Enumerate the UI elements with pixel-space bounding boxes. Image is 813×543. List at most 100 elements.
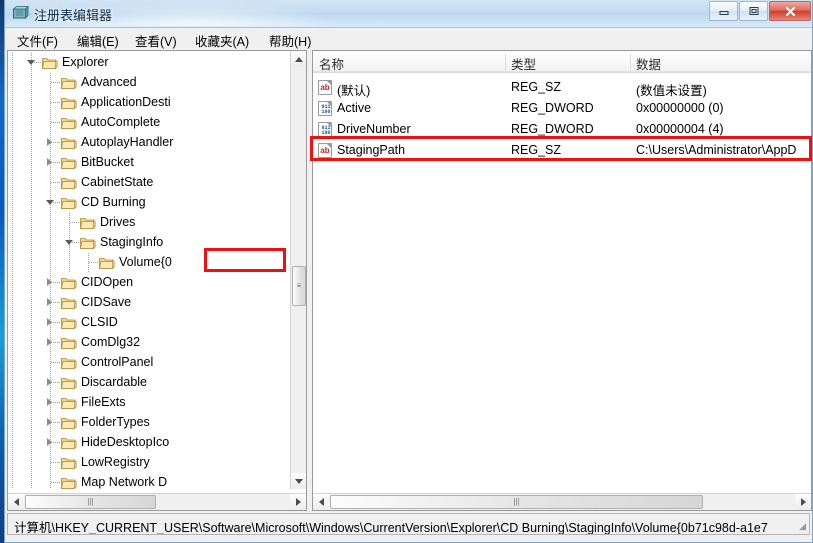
expander-expand-icon[interactable] <box>45 377 56 388</box>
expander-expand-icon[interactable] <box>45 137 56 148</box>
tree-item-foldertypes[interactable]: FolderTypes <box>8 413 290 433</box>
tree-vertical-scrollbar[interactable]: ≡ <box>290 51 306 489</box>
tree-guide-line <box>31 473 32 489</box>
tree-hscrollbar-thumb[interactable]: ||| <box>25 495 156 509</box>
expander-expand-icon[interactable] <box>45 277 56 288</box>
menu-file[interactable]: 文件(F) <box>15 31 60 49</box>
expander-expand-icon[interactable] <box>45 157 56 168</box>
tree-item-cidsave[interactable]: CIDSave <box>8 293 290 313</box>
folder-icon <box>61 336 77 350</box>
close-button[interactable] <box>769 1 811 21</box>
folder-icon <box>61 416 77 430</box>
triangle-icon <box>47 438 52 446</box>
menu-edit[interactable]: 编辑(E) <box>75 31 121 49</box>
tree-scroll-down-button[interactable] <box>291 473 306 489</box>
expander-expand-icon[interactable] <box>45 417 56 428</box>
tree-item-discardable[interactable]: Discardable <box>8 373 290 393</box>
tree-guide-line <box>50 453 51 473</box>
tree-guide-line <box>69 253 70 273</box>
page-fold-icon <box>327 144 331 148</box>
tree-scroll-up-button[interactable] <box>291 51 306 67</box>
tree-guide-line <box>12 353 13 373</box>
tree-item-controlpanel[interactable]: ControlPanel <box>8 353 290 373</box>
title-bar[interactable]: 注册表编辑器 <box>5 0 812 28</box>
maximize-button[interactable] <box>739 1 768 21</box>
tree-item-cd-burning[interactable]: CD Burning <box>8 193 290 213</box>
tree-guide-line <box>51 102 60 103</box>
expander-expand-icon[interactable] <box>45 297 56 308</box>
tree-item-cabinetstate[interactable]: CabinetState <box>8 173 290 193</box>
list-horizontal-scrollbar[interactable]: ||| <box>313 493 811 510</box>
registry-tree-pane[interactable]: Explorer Advanced ApplicationDesti AutoComp… <box>7 50 307 511</box>
tree-guide-line <box>12 253 13 273</box>
column-separator[interactable] <box>505 54 506 70</box>
tree-item-volume-0[interactable]: Volume{0 <box>8 253 290 273</box>
tree-item-comdlg32[interactable]: ComDlg32 <box>8 333 290 353</box>
column-header-name[interactable]: 名称 <box>319 54 344 72</box>
value-row[interactable]: 011 100 Active REG_DWORD 0x00000000 (0) <box>313 98 811 119</box>
value-row[interactable]: 011 100 DriveNumber REG_DWORD 0x00000004 (4) <box>313 119 811 140</box>
value-data-cell: 0x00000004 (4) <box>636 122 724 136</box>
tree-guide-line <box>31 413 32 433</box>
registry-values-pane[interactable]: 名称 类型 数据 ab (默认) REG_SZ (数值未设置) 011 100 Active… <box>312 50 812 511</box>
tree-item-autoplayhandler[interactable]: AutoplayHandler <box>8 133 290 153</box>
tree-guide-line <box>50 93 51 113</box>
expander-collapse-icon[interactable] <box>64 237 75 248</box>
resize-grip-icon[interactable]: ◢ <box>799 521 806 532</box>
list-scroll-right-button[interactable] <box>795 494 811 510</box>
tree-horizontal-scrollbar[interactable]: ||| <box>8 493 306 510</box>
tree-guide-line <box>12 413 13 433</box>
tree-item-cidopen[interactable]: CIDOpen <box>8 273 290 293</box>
tree-scroll-left-button[interactable] <box>8 494 24 510</box>
expander-collapse-icon[interactable] <box>26 57 37 68</box>
column-separator[interactable] <box>630 54 631 70</box>
tree-guide-line <box>31 253 32 273</box>
tree-item-applicationdesti[interactable]: ApplicationDesti <box>8 93 290 113</box>
scrollbar-grip-icon: ||| <box>513 497 520 506</box>
menu-help[interactable]: 帮助(H) <box>267 31 313 49</box>
value-row[interactable]: ab (默认) REG_SZ (数值未设置) <box>313 77 811 98</box>
folder-icon <box>61 156 77 170</box>
dword-value-icon: 011 100 <box>318 122 332 137</box>
tree-item-autocomplete[interactable]: AutoComplete <box>8 113 290 133</box>
tree-guide-line <box>12 313 13 333</box>
registry-tree[interactable]: Explorer Advanced ApplicationDesti AutoComp… <box>8 51 290 489</box>
tree-item-map-network-d[interactable]: Map Network D <box>8 473 290 489</box>
expander-expand-icon[interactable] <box>45 397 56 408</box>
tree-item-label: Map Network D <box>81 475 168 489</box>
tree-guide-line <box>69 213 70 233</box>
menu-bar: 文件(F) 编辑(E) 查看(V) 收藏夹(A) 帮助(H) <box>5 28 812 50</box>
triangle-icon <box>47 278 52 286</box>
tree-item-lowregistry[interactable]: LowRegistry <box>8 453 290 473</box>
tree-item-label: FolderTypes <box>81 415 150 429</box>
column-header-type[interactable]: 类型 <box>511 54 536 72</box>
minimize-button[interactable] <box>709 1 738 21</box>
tree-item-advanced[interactable]: Advanced <box>8 73 290 93</box>
tree-item-label: CIDSave <box>81 295 132 309</box>
folder-icon <box>80 236 96 250</box>
list-hscrollbar-thumb[interactable]: ||| <box>330 495 703 509</box>
tree-item-staginginfo[interactable]: StagingInfo <box>8 233 290 253</box>
menu-view[interactable]: 查看(V) <box>133 31 179 49</box>
menu-favorites[interactable]: 收藏夹(A) <box>193 31 251 49</box>
expander-expand-icon[interactable] <box>45 337 56 348</box>
tree-item-fileexts[interactable]: FileExts <box>8 393 290 413</box>
triangle-icon <box>46 200 54 205</box>
value-row[interactable]: ab StagingPath REG_SZ C:\Users\Administrato… <box>313 140 811 161</box>
scrollbar-grip-icon: ||| <box>87 497 94 506</box>
tree-item-drives[interactable]: Drives <box>8 213 290 233</box>
tree-item-label: AutoComplete <box>81 115 161 129</box>
list-scroll-left-button[interactable] <box>313 494 329 510</box>
expander-expand-icon[interactable] <box>45 317 56 328</box>
tree-scrollbar-thumb[interactable]: ≡ <box>292 266 306 306</box>
tree-item-hidedesktopico[interactable]: HideDesktopIco <box>8 433 290 453</box>
value-type-cell: REG_SZ <box>511 80 562 94</box>
expander-collapse-icon[interactable] <box>45 197 56 208</box>
expander-expand-icon[interactable] <box>45 437 56 448</box>
tree-item-clsid[interactable]: CLSID <box>8 313 290 333</box>
tree-scroll-right-button[interactable] <box>290 494 306 510</box>
tree-item-bitbucket[interactable]: BitBucket <box>8 153 290 173</box>
tree-item-explorer[interactable]: Explorer <box>8 53 290 73</box>
column-header-data[interactable]: 数据 <box>636 54 661 72</box>
folder-icon <box>61 476 77 489</box>
